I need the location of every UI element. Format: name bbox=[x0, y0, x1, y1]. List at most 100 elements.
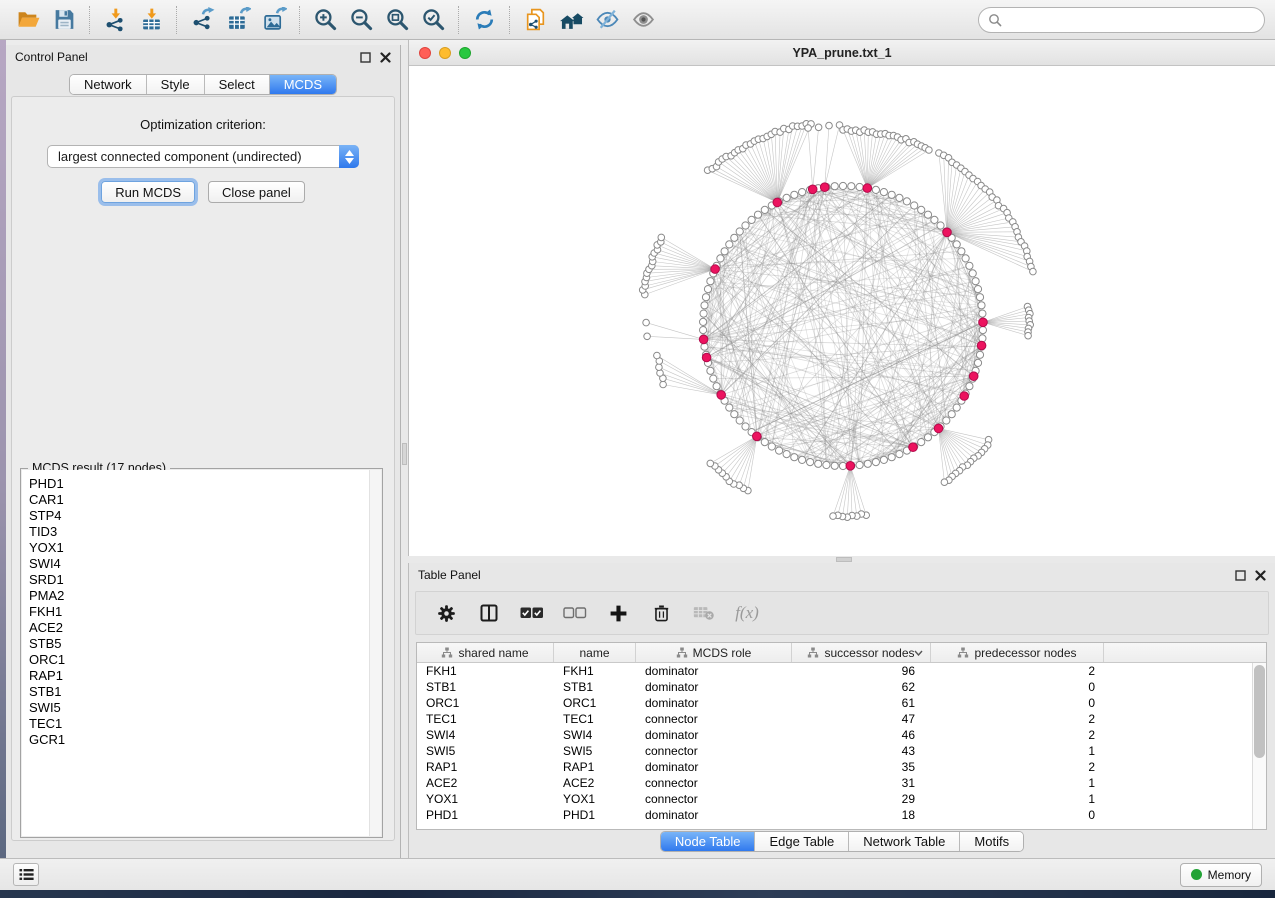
cell-predecessor-nodes[interactable]: 0 bbox=[931, 807, 1104, 823]
show-eye-button[interactable] bbox=[625, 4, 661, 36]
refresh-view-button[interactable] bbox=[466, 4, 502, 36]
vertical-splitter[interactable] bbox=[401, 45, 408, 858]
cell-shared-name[interactable]: STB1 bbox=[417, 679, 554, 695]
cell-filler[interactable] bbox=[1104, 663, 1252, 679]
cell-name[interactable]: YOX1 bbox=[554, 791, 636, 807]
network-view[interactable] bbox=[409, 66, 1275, 556]
mcds-result-item[interactable]: SWI5 bbox=[29, 700, 381, 716]
table-row[interactable]: PHD1PHD1dominator180 bbox=[417, 807, 1252, 823]
cell-predecessor-nodes[interactable]: 0 bbox=[931, 679, 1104, 695]
table-scrollbar[interactable] bbox=[1252, 663, 1266, 829]
cell-predecessor-nodes[interactable]: 2 bbox=[931, 727, 1104, 743]
cell-filler[interactable] bbox=[1104, 727, 1252, 743]
cell-filler[interactable] bbox=[1104, 775, 1252, 791]
mcds-result-item[interactable]: ORC1 bbox=[29, 652, 381, 668]
mcds-result-item[interactable]: RAP1 bbox=[29, 668, 381, 684]
mcds-result-scrollbar[interactable] bbox=[369, 470, 381, 836]
cell-name[interactable]: SWI5 bbox=[554, 743, 636, 759]
minimize-window-light[interactable] bbox=[439, 47, 451, 59]
cell-predecessor-nodes[interactable]: 2 bbox=[931, 759, 1104, 775]
open-file-button[interactable] bbox=[10, 4, 46, 36]
splitter-grip[interactable] bbox=[402, 443, 407, 465]
cell-mcds-role[interactable]: dominator bbox=[636, 727, 792, 743]
cell-predecessor-nodes[interactable]: 1 bbox=[931, 775, 1104, 791]
network-canvas[interactable] bbox=[409, 66, 1275, 556]
cell-successor-nodes[interactable]: 18 bbox=[792, 807, 931, 823]
cell-filler[interactable] bbox=[1104, 743, 1252, 759]
cell-shared-name[interactable]: TEC1 bbox=[417, 711, 554, 727]
mcds-result-item[interactable]: ACE2 bbox=[29, 620, 381, 636]
import-network-button[interactable] bbox=[97, 4, 133, 36]
cell-shared-name[interactable]: PHD1 bbox=[417, 807, 554, 823]
cell-name[interactable]: STB1 bbox=[554, 679, 636, 695]
mcds-result-item[interactable]: STB5 bbox=[29, 636, 381, 652]
mcds-result-list[interactable]: PHD1CAR1STP4TID3YOX1SWI4SRD1PMA2FKH1ACE2… bbox=[22, 470, 381, 836]
tab-edge-table[interactable]: Edge Table bbox=[755, 832, 849, 851]
cell-shared-name[interactable]: FKH1 bbox=[417, 663, 554, 679]
hide-selected-button[interactable] bbox=[589, 4, 625, 36]
cell-filler[interactable] bbox=[1104, 791, 1252, 807]
delete-table-button-disabled[interactable] bbox=[690, 599, 718, 627]
column-header-mcds-role[interactable]: MCDS role bbox=[636, 643, 792, 662]
cell-predecessor-nodes[interactable]: 2 bbox=[931, 711, 1104, 727]
cell-successor-nodes[interactable]: 96 bbox=[792, 663, 931, 679]
cell-mcds-role[interactable]: dominator bbox=[636, 759, 792, 775]
mcds-result-item[interactable]: PMA2 bbox=[29, 588, 381, 604]
mcds-result-item[interactable]: STP4 bbox=[29, 508, 381, 524]
table-row[interactable]: ACE2ACE2connector311 bbox=[417, 775, 1252, 791]
cell-successor-nodes[interactable]: 46 bbox=[792, 727, 931, 743]
run-mcds-button[interactable]: Run MCDS bbox=[101, 181, 195, 203]
network-titlebar[interactable]: YPA_prune.txt_1 bbox=[409, 40, 1275, 66]
cell-name[interactable]: TEC1 bbox=[554, 711, 636, 727]
export-image-button[interactable] bbox=[256, 4, 292, 36]
tab-network[interactable]: Network bbox=[70, 75, 147, 94]
home-networks-button[interactable] bbox=[553, 4, 589, 36]
cell-mcds-role[interactable]: dominator bbox=[636, 679, 792, 695]
memory-button[interactable]: Memory bbox=[1180, 863, 1262, 887]
close-panel-button[interactable]: Close panel bbox=[208, 181, 305, 203]
select-all-rows-button[interactable] bbox=[518, 599, 546, 627]
cell-predecessor-nodes[interactable]: 2 bbox=[931, 663, 1104, 679]
close-panel-icon[interactable] bbox=[380, 52, 391, 63]
create-column-button[interactable] bbox=[604, 599, 632, 627]
tab-style[interactable]: Style bbox=[147, 75, 205, 94]
table-row[interactable]: TEC1TEC1connector472 bbox=[417, 711, 1252, 727]
cell-shared-name[interactable]: YOX1 bbox=[417, 791, 554, 807]
mcds-result-item[interactable]: GCR1 bbox=[29, 732, 381, 748]
column-header-shared-name[interactable]: shared name bbox=[417, 643, 554, 662]
tab-select[interactable]: Select bbox=[205, 75, 270, 94]
cell-successor-nodes[interactable]: 43 bbox=[792, 743, 931, 759]
float-panel-icon[interactable] bbox=[1235, 570, 1246, 581]
table-row[interactable]: RAP1RAP1dominator352 bbox=[417, 759, 1252, 775]
deselect-all-rows-button[interactable] bbox=[561, 599, 589, 627]
function-builder-button-disabled[interactable]: f(x) bbox=[733, 599, 761, 627]
float-panel-icon[interactable] bbox=[360, 52, 371, 63]
zoom-selected-button[interactable] bbox=[415, 4, 451, 36]
export-table-button[interactable] bbox=[220, 4, 256, 36]
table-settings-button[interactable] bbox=[432, 599, 460, 627]
mcds-result-item[interactable]: CAR1 bbox=[29, 492, 381, 508]
tab-motifs[interactable]: Motifs bbox=[960, 832, 1023, 851]
cell-mcds-role[interactable]: dominator bbox=[636, 807, 792, 823]
cell-name[interactable]: ACE2 bbox=[554, 775, 636, 791]
table-row[interactable]: SWI4SWI4dominator462 bbox=[417, 727, 1252, 743]
cell-predecessor-nodes[interactable]: 0 bbox=[931, 695, 1104, 711]
mcds-result-item[interactable]: FKH1 bbox=[29, 604, 381, 620]
cell-filler[interactable] bbox=[1104, 759, 1252, 775]
cell-mcds-role[interactable]: connector bbox=[636, 743, 792, 759]
mcds-result-item[interactable]: STB1 bbox=[29, 684, 381, 700]
tab-mcds[interactable]: MCDS bbox=[270, 75, 336, 94]
table-row[interactable]: ORC1ORC1dominator610 bbox=[417, 695, 1252, 711]
search-box[interactable] bbox=[978, 7, 1265, 33]
close-window-light[interactable] bbox=[419, 47, 431, 59]
save-session-button[interactable] bbox=[46, 4, 82, 36]
column-header-successor-nodes[interactable]: successor nodes bbox=[792, 643, 931, 662]
mcds-result-item[interactable]: TEC1 bbox=[29, 716, 381, 732]
tab-node-table[interactable]: Node Table bbox=[661, 832, 756, 851]
show-columns-button[interactable] bbox=[475, 599, 503, 627]
cell-filler[interactable] bbox=[1104, 679, 1252, 695]
cell-shared-name[interactable]: ORC1 bbox=[417, 695, 554, 711]
tab-network-table[interactable]: Network Table bbox=[849, 832, 960, 851]
cell-successor-nodes[interactable]: 47 bbox=[792, 711, 931, 727]
cell-filler[interactable] bbox=[1104, 695, 1252, 711]
